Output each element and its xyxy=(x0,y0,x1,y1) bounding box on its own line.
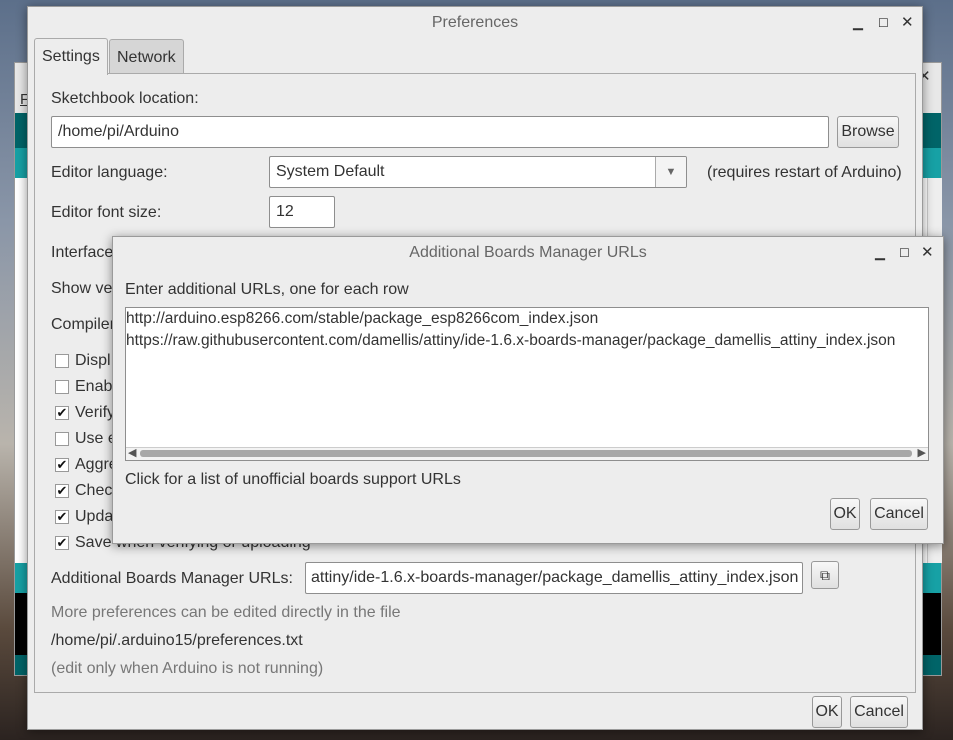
unofficial-boards-link[interactable]: Click for a list of unofficial boards su… xyxy=(125,471,461,489)
font-size-field[interactable]: 12 xyxy=(269,196,335,228)
tab-network[interactable]: Network xyxy=(109,39,184,74)
checkbox-aggressive-cache[interactable]: ✔ xyxy=(55,458,69,472)
checkbox-display-line-numbers[interactable] xyxy=(55,354,69,368)
chevron-down-icon[interactable]: ▼ xyxy=(655,157,686,187)
maximize-icon[interactable]: ☐ xyxy=(878,7,889,39)
interface-scale-label: Interface xyxy=(51,244,114,261)
checkbox-label: Upda xyxy=(75,508,114,525)
checkbox-update-sketch-files[interactable]: ✔ xyxy=(55,510,69,524)
restart-note: (requires restart of Arduino) xyxy=(707,164,902,181)
sketchbook-path-field[interactable]: /home/pi/Arduino xyxy=(51,116,829,148)
minimize-icon[interactable]: ▁ xyxy=(853,7,863,39)
browse-button[interactable]: Browse xyxy=(837,116,899,148)
compiler-warnings-label: Compiler xyxy=(51,316,116,333)
window-title: Preferences xyxy=(431,14,519,31)
check-icon: ✔ xyxy=(56,405,68,420)
dialog-instruction: Enter additional URLs, one for each row xyxy=(125,281,409,298)
checkbox-label: Use e xyxy=(75,430,117,447)
cancel-button[interactable]: Cancel xyxy=(850,696,908,728)
edit-note: (edit only when Arduino is not running) xyxy=(51,660,324,677)
boards-url-label: Additional Boards Manager URLs: xyxy=(51,570,293,587)
dialog-cancel-button[interactable]: Cancel xyxy=(870,498,928,530)
minimize-icon[interactable]: ▁ xyxy=(875,237,885,269)
more-prefs-text: More preferences can be edited directly … xyxy=(51,604,401,621)
checkbox-label: Checl xyxy=(75,482,116,499)
close-icon[interactable]: ✕ xyxy=(921,237,934,269)
check-icon: ✔ xyxy=(56,457,68,472)
boards-urls-dialog: Additional Boards Manager URLs ▁ ☐ ✕ Ent… xyxy=(112,236,944,544)
scroll-left-icon[interactable]: ◀ xyxy=(128,446,136,459)
checkbox-external-editor[interactable] xyxy=(55,432,69,446)
url-row: http://arduino.esp8266.com/stable/packag… xyxy=(126,310,599,327)
editor-language-value: System Default xyxy=(276,163,385,180)
editor-language-select[interactable]: System Default ▼ xyxy=(269,156,687,188)
window-icon[interactable]: ⧉ xyxy=(811,561,839,589)
prefs-file-path: /home/pi/.arduino15/preferences.txt xyxy=(51,632,303,649)
editor-language-label: Editor language: xyxy=(51,164,168,181)
checkbox-check-updates[interactable]: ✔ xyxy=(55,484,69,498)
checkbox-label: Displ xyxy=(75,352,111,369)
tab-settings[interactable]: Settings xyxy=(34,38,108,75)
checkbox-label: Enab xyxy=(75,378,113,395)
maximize-icon[interactable]: ☐ xyxy=(899,237,910,269)
checkbox-label: Verify xyxy=(75,404,116,421)
check-icon: ✔ xyxy=(56,535,68,550)
show-verbose-label: Show ve xyxy=(51,280,113,297)
dialog-ok-button[interactable]: OK xyxy=(830,498,860,530)
checkbox-save-when-verifying[interactable]: ✔ xyxy=(55,536,69,550)
scroll-right-icon[interactable]: ▶ xyxy=(918,446,926,459)
boards-url-field[interactable]: attiny/ide-1.6.x-boards-manager/package_… xyxy=(305,562,803,594)
dialog-title: Additional Boards Manager URLs xyxy=(409,244,647,261)
horizontal-scrollbar[interactable]: ◀ ▶ xyxy=(126,447,928,460)
ok-button[interactable]: OK xyxy=(812,696,842,728)
checkbox-verify-code[interactable]: ✔ xyxy=(55,406,69,420)
font-size-label: Editor font size: xyxy=(51,204,162,221)
check-icon: ✔ xyxy=(56,509,68,524)
sketchbook-label: Sketchbook location: xyxy=(51,90,199,107)
close-icon[interactable]: ✕ xyxy=(901,7,914,39)
scrollbar-thumb[interactable] xyxy=(140,450,912,457)
url-row: https://raw.githubusercontent.com/damell… xyxy=(126,332,896,349)
check-icon: ✔ xyxy=(56,483,68,498)
urls-textarea[interactable]: http://arduino.esp8266.com/stable/packag… xyxy=(125,307,929,461)
checkbox-enable-code-folding[interactable] xyxy=(55,380,69,394)
